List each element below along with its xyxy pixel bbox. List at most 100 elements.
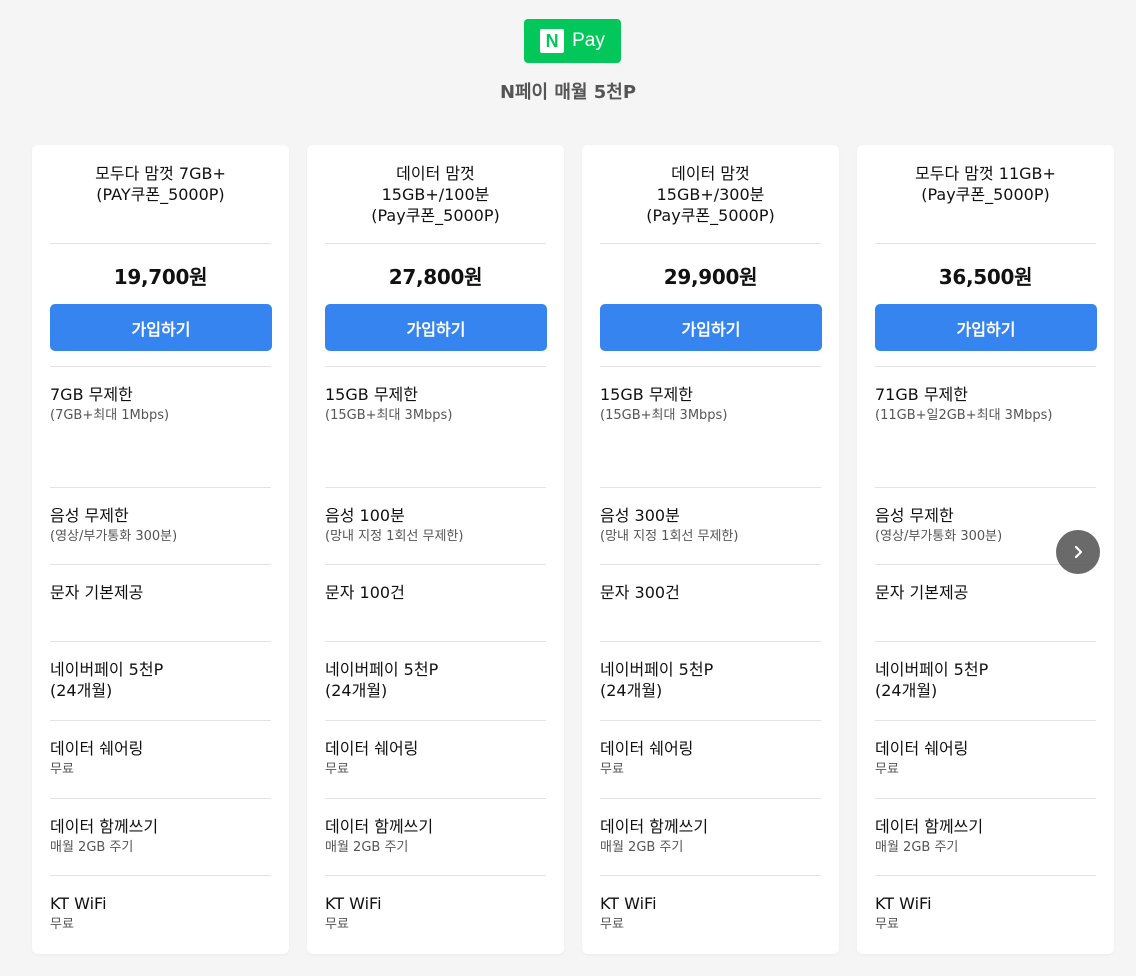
feature-data-sharing: 데이터 쉐어링 무료 (325, 721, 546, 799)
feature-sub: 무료 (325, 917, 349, 932)
feature-main: 데이터 함께쓰기 (325, 817, 434, 836)
plan-card-list: 모두다 맘껏 7GB+ (PAY쿠폰_5000P) 19,700원 가입하기 7… (32, 145, 1114, 954)
naver-pay-logo: N Pay (524, 19, 621, 63)
plan-price: 19,700원 (113, 265, 208, 289)
feature-main: 음성 300분 (600, 506, 680, 525)
feature-naverpay: 네이버페이 5천P (24개월) (875, 642, 1096, 721)
feature-data-together: 데이터 함께쓰기 매월 2GB 주기 (50, 799, 271, 876)
feature-sub: (15GB+최대 3Mbps) (600, 408, 728, 423)
feature-sub: 무료 (600, 917, 624, 932)
feature-voice: 음성 300분 (망내 지정 1회선 무제한) (600, 488, 821, 565)
feature-data-together: 데이터 함께쓰기 매월 2GB 주기 (875, 799, 1096, 876)
plan-card: 데이터 맘껏 15GB+/300분 (Pay쿠폰_5000P) 29,900원 … (582, 145, 839, 954)
join-button[interactable]: 가입하기 (875, 304, 1097, 351)
plan-title: 데이터 맘껏 15GB+/300분 (Pay쿠폰_5000P) (600, 145, 821, 244)
feature-sub: 무료 (875, 917, 899, 932)
naver-n-icon: N (540, 29, 565, 53)
feature-kt-wifi: KT WiFi 무료 (875, 876, 1096, 953)
feature-main: KT WiFi (50, 894, 107, 913)
feature-kt-wifi: KT WiFi 무료 (600, 876, 821, 953)
feature-sms: 문자 300건 (600, 565, 821, 642)
feature-sub: (7GB+최대 1Mbps) (50, 408, 170, 423)
feature-naverpay: 네이버페이 5천P (24개월) (325, 642, 546, 721)
plan-title: 모두다 맘껏 7GB+ (PAY쿠폰_5000P) (50, 145, 271, 244)
plan-card: 모두다 맘껏 7GB+ (PAY쿠폰_5000P) 19,700원 가입하기 7… (32, 145, 289, 954)
feature-main: 네이버페이 5천P (24개월) (600, 660, 714, 700)
feature-main: 음성 100분 (325, 506, 405, 525)
feature-main: KT WiFi (600, 894, 657, 913)
feature-sms: 문자 100건 (325, 565, 546, 642)
feature-kt-wifi: KT WiFi 무료 (325, 876, 546, 953)
feature-main: KT WiFi (325, 894, 382, 913)
feature-sub: 무료 (50, 917, 74, 932)
feature-sub: (15GB+최대 3Mbps) (325, 408, 453, 423)
feature-sub: (11GB+일2GB+최대 3Mbps) (875, 408, 1053, 423)
feature-sms: 문자 기본제공 (50, 565, 271, 642)
promo-subtitle: N페이 매월 5천P (499, 82, 637, 103)
feature-main: 71GB 무제한 (875, 385, 968, 404)
feature-main: 문자 300건 (600, 583, 680, 602)
plan-title: 모두다 맘껏 11GB+ (Pay쿠폰_5000P) (875, 145, 1096, 244)
join-button[interactable]: 가입하기 (600, 304, 822, 351)
feature-main: 데이터 쉐어링 (325, 739, 419, 758)
feature-voice: 음성 무제한 (영상/부가통화 300분) (50, 488, 271, 565)
feature-data-sharing: 데이터 쉐어링 무료 (50, 721, 271, 799)
feature-data: 71GB 무제한 (11GB+일2GB+최대 3Mbps) (875, 367, 1096, 488)
feature-data: 7GB 무제한 (7GB+최대 1Mbps) (50, 367, 271, 488)
price-block: 27,800원 가입하기 (325, 244, 547, 367)
feature-sub: 무료 (600, 762, 624, 777)
feature-data: 15GB 무제한 (15GB+최대 3Mbps) (325, 367, 546, 488)
price-block: 36,500원 가입하기 (875, 244, 1097, 367)
feature-main: 데이터 쉐어링 (600, 739, 694, 758)
feature-sub: (망내 지정 1회선 무제한) (600, 529, 739, 544)
feature-naverpay: 네이버페이 5천P (24개월) (50, 642, 271, 721)
plan-price: 27,800원 (388, 265, 483, 289)
plan-price: 36,500원 (938, 265, 1033, 289)
plan-card: 데이터 맘껏 15GB+/100분 (Pay쿠폰_5000P) 27,800원 … (307, 145, 564, 954)
feature-data: 15GB 무제한 (15GB+최대 3Mbps) (600, 367, 821, 488)
chevron-right-icon (1074, 545, 1083, 559)
feature-main: 데이터 함께쓰기 (50, 817, 159, 836)
feature-main: 7GB 무제한 (50, 385, 133, 404)
join-button[interactable]: 가입하기 (50, 304, 272, 351)
carousel-next-button[interactable] (1056, 530, 1100, 574)
feature-main: 문자 기본제공 (50, 583, 144, 602)
feature-naverpay: 네이버페이 5천P (24개월) (600, 642, 821, 721)
feature-main: 15GB 무제한 (325, 385, 418, 404)
feature-sub: (망내 지정 1회선 무제한) (325, 529, 464, 544)
feature-main: 문자 100건 (325, 583, 405, 602)
feature-sub: (영상/부가통화 300분) (50, 529, 178, 544)
feature-main: 데이터 함께쓰기 (600, 817, 709, 836)
feature-main: 네이버페이 5천P (24개월) (50, 660, 164, 700)
feature-sub: 매월 2GB 주기 (875, 840, 959, 855)
feature-data-sharing: 데이터 쉐어링 무료 (875, 721, 1096, 799)
feature-data-together: 데이터 함께쓰기 매월 2GB 주기 (600, 799, 821, 876)
feature-sub: 무료 (875, 762, 899, 777)
feature-main: 문자 기본제공 (875, 583, 969, 602)
feature-main: 음성 무제한 (875, 506, 954, 525)
plan-price: 29,900원 (663, 265, 758, 289)
pay-label: Pay (572, 30, 605, 51)
feature-sub: 매월 2GB 주기 (325, 840, 409, 855)
feature-main: 네이버페이 5천P (24개월) (875, 660, 989, 700)
feature-main: KT WiFi (875, 894, 932, 913)
feature-voice: 음성 100분 (망내 지정 1회선 무제한) (325, 488, 546, 565)
price-block: 29,900원 가입하기 (600, 244, 822, 367)
feature-main: 데이터 쉐어링 (50, 739, 144, 758)
feature-main: 15GB 무제한 (600, 385, 693, 404)
feature-data-together: 데이터 함께쓰기 매월 2GB 주기 (325, 799, 546, 876)
plan-title: 데이터 맘껏 15GB+/100분 (Pay쿠폰_5000P) (325, 145, 546, 244)
feature-sub: 매월 2GB 주기 (50, 840, 134, 855)
feature-sub: 무료 (325, 762, 349, 777)
feature-kt-wifi: KT WiFi 무료 (50, 876, 271, 953)
feature-sub: 매월 2GB 주기 (600, 840, 684, 855)
feature-sub: 무료 (50, 762, 74, 777)
join-button[interactable]: 가입하기 (325, 304, 547, 351)
feature-main: 음성 무제한 (50, 506, 129, 525)
feature-main: 네이버페이 5천P (24개월) (325, 660, 439, 700)
price-block: 19,700원 가입하기 (50, 244, 272, 367)
feature-main: 데이터 함께쓰기 (875, 817, 984, 836)
feature-data-sharing: 데이터 쉐어링 무료 (600, 721, 821, 799)
feature-main: 데이터 쉐어링 (875, 739, 969, 758)
header: N Pay N페이 매월 5천P (0, 0, 1136, 130)
